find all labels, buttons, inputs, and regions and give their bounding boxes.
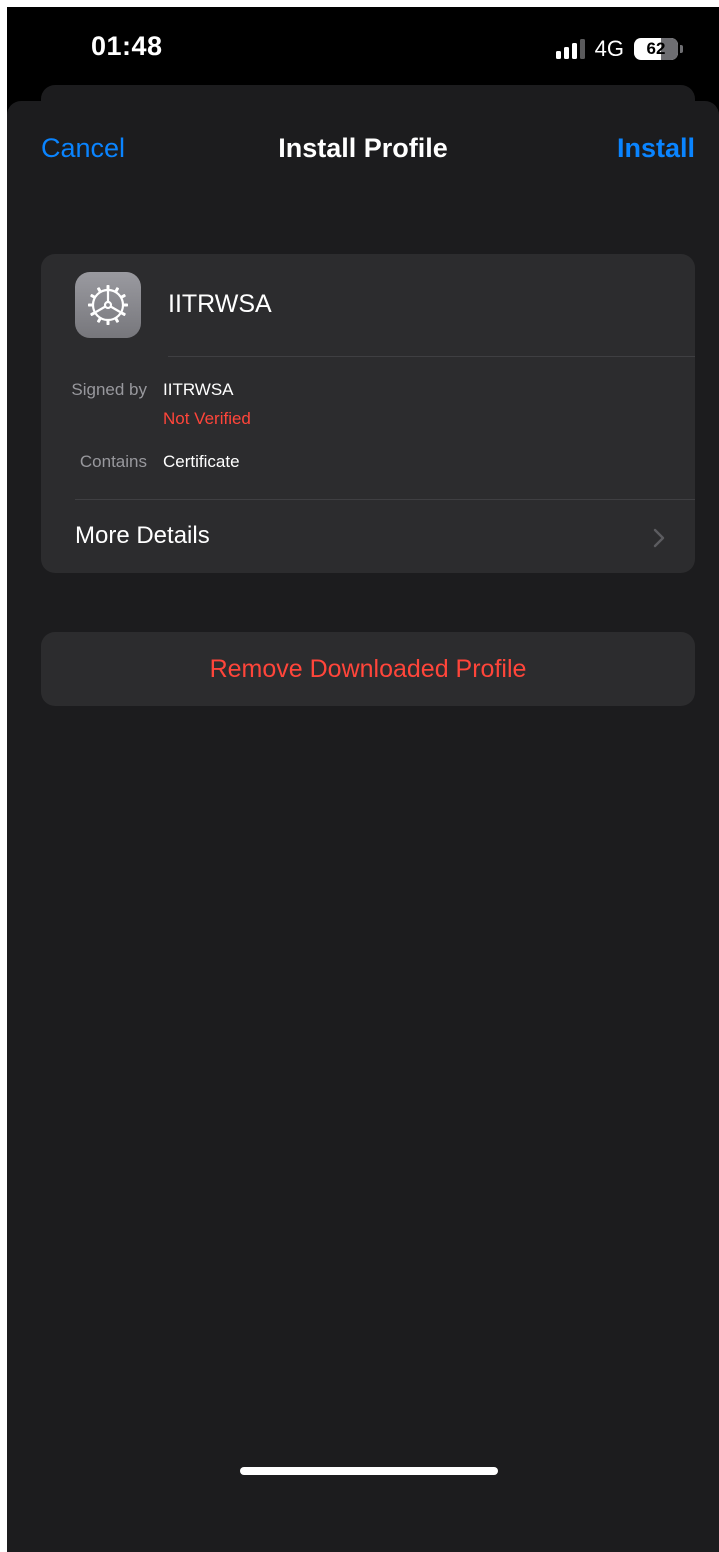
gear-icon <box>75 272 141 338</box>
contains-value: Certificate <box>163 452 240 471</box>
chevron-right-icon <box>653 528 665 553</box>
profile-card: IITRWSA Signed by IITRWSA Not Verified C… <box>41 254 695 573</box>
divider <box>168 356 695 357</box>
remove-downloaded-profile-button[interactable]: Remove Downloaded Profile <box>41 632 695 706</box>
more-details-row[interactable]: More Details <box>41 500 695 573</box>
remove-downloaded-profile-label: Remove Downloaded Profile <box>209 654 527 683</box>
contains-label: Contains <box>79 452 147 471</box>
status-time: 01:48 <box>91 31 163 61</box>
signed-by-value: IITRWSA <box>163 380 234 399</box>
page-title: Install Profile <box>278 133 448 163</box>
profile-name: IITRWSA <box>168 290 272 318</box>
network-type: 4G <box>594 36 624 61</box>
home-indicator[interactable] <box>240 1467 498 1475</box>
more-details-label: More Details <box>75 522 210 549</box>
signed-by-label: Signed by <box>71 380 147 399</box>
battery-icon: 62 <box>634 38 683 60</box>
phone-screen: 01:48 4G 62 Cancel Install Profile Insta… <box>7 7 719 1552</box>
install-button[interactable]: Install <box>617 133 695 164</box>
signal-strength-icon <box>555 39 585 59</box>
battery-percent: 62 <box>646 39 666 58</box>
status-indicators: 4G 62 <box>555 35 683 63</box>
verification-status: Not Verified <box>163 409 251 428</box>
